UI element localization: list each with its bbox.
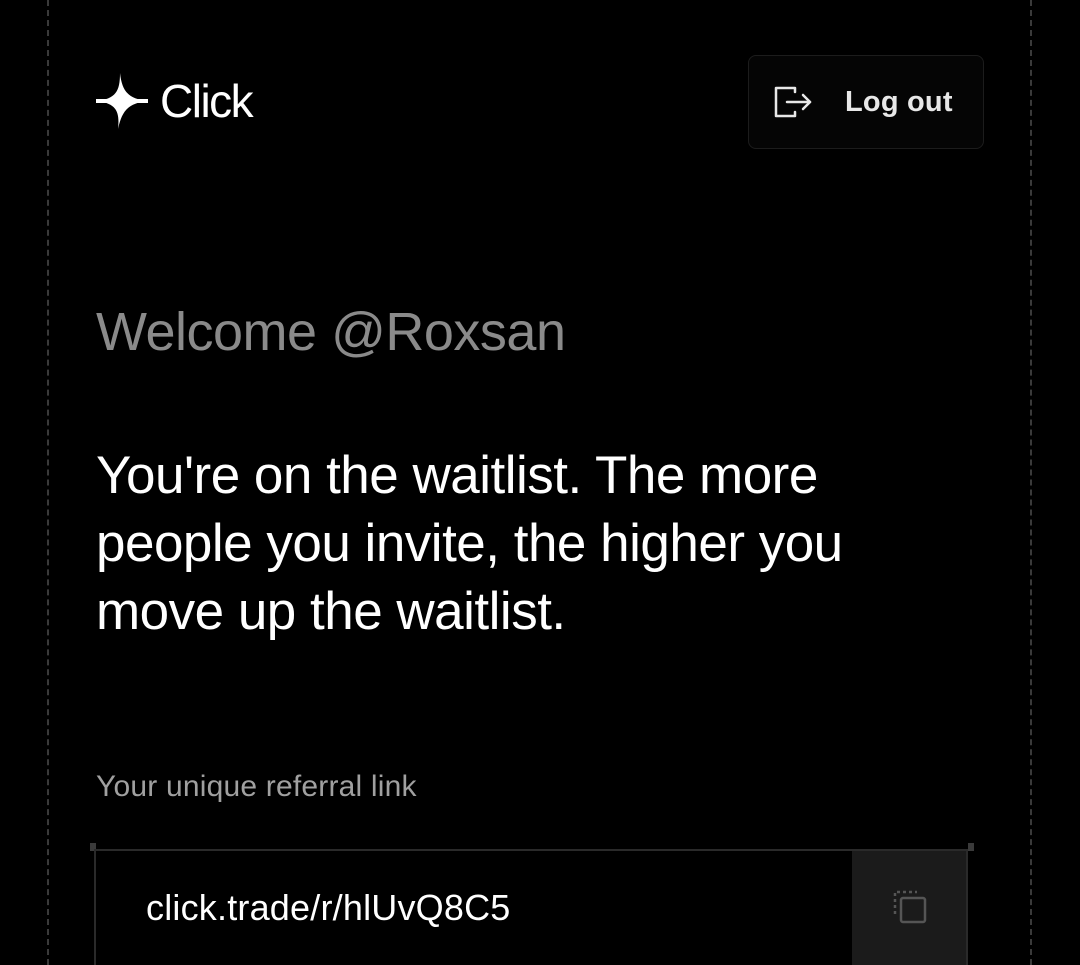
referral-link-value[interactable]: click.trade/r/hlUvQ8C5 [96, 851, 852, 965]
waitlist-message: You're on the waitlist. The more people … [96, 446, 843, 641]
page: Click Log out Welcome @Roxsan You're on … [0, 0, 1080, 965]
logout-button[interactable]: Log out [748, 55, 984, 149]
left-guide-line [47, 0, 49, 965]
referral-box-corner-right [968, 843, 974, 851]
logout-icon [773, 84, 813, 120]
brand-logo[interactable]: Click [94, 70, 254, 132]
copy-icon [889, 886, 929, 931]
sparkle-cross-icon [94, 71, 150, 131]
copy-button[interactable] [852, 851, 966, 965]
logout-label: Log out [845, 85, 953, 118]
welcome-heading: Welcome @Roxsan [96, 302, 566, 362]
right-guide-line [1030, 0, 1032, 965]
brand-name: Click [160, 75, 254, 127]
referral-link-label: Your unique referral link [96, 770, 417, 803]
referral-link-field[interactable]: click.trade/r/hlUvQ8C5 [94, 849, 968, 965]
